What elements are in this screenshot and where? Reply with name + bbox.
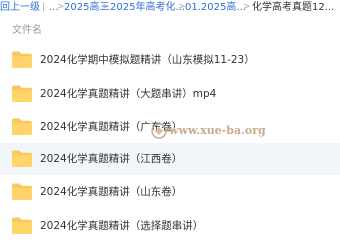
- watermark: www.xue-ba.org: [151, 123, 266, 139]
- watermark-text: www.xue-ba.org: [169, 124, 266, 137]
- breadcrumb-separator: |: [42, 2, 46, 12]
- folder-icon: [12, 85, 32, 102]
- list-item[interactable]: 2024化学真题精讲（选择题串讲）: [0, 210, 340, 242]
- column-header-filename[interactable]: 文件名: [12, 24, 42, 38]
- file-name[interactable]: 2024化学真题精讲（选择题串讲）: [40, 218, 203, 234]
- folder-icon: [12, 118, 32, 135]
- breadcrumb-current: 化学高考真题12...: [252, 2, 335, 13]
- file-name[interactable]: 2024化学真题精讲（江西卷）: [40, 151, 182, 167]
- watermark-logo-icon: [151, 123, 167, 139]
- folder-icon: [12, 51, 32, 68]
- breadcrumb-item-2025-gaokao-chem[interactable]: 2025年高考化...: [110, 0, 185, 15]
- list-item[interactable]: 2024化学真题精讲（山东卷）: [0, 176, 340, 208]
- file-name[interactable]: 2024化学期中模拟题精讲（山东模拟11-23）: [40, 52, 255, 68]
- list-item[interactable]: 2024化学真题精讲（大题串讲）mp4: [0, 78, 340, 110]
- folder-icon: [12, 150, 32, 167]
- list-item[interactable]: 2024化学真题精讲（江西卷）: [0, 143, 340, 175]
- breadcrumb: 回上一级 | ... > 2025高三 > 2025年高考化... > 01.2…: [0, 0, 340, 17]
- file-name[interactable]: 2024化学真题精讲（大题串讲）mp4: [40, 86, 216, 102]
- breadcrumb-separator: >: [102, 2, 110, 12]
- list-item[interactable]: 2024化学期中模拟题精讲（山东模拟11-23）: [0, 44, 340, 76]
- breadcrumb-item-01-2025[interactable]: 01.2025高...: [185, 0, 246, 15]
- file-name[interactable]: 2024化学真题精讲（山东卷）: [40, 184, 182, 200]
- breadcrumb-separator: >: [243, 2, 251, 12]
- folder-icon: [12, 217, 32, 234]
- back-link[interactable]: 回上一级: [0, 0, 40, 15]
- folder-icon: [12, 183, 32, 200]
